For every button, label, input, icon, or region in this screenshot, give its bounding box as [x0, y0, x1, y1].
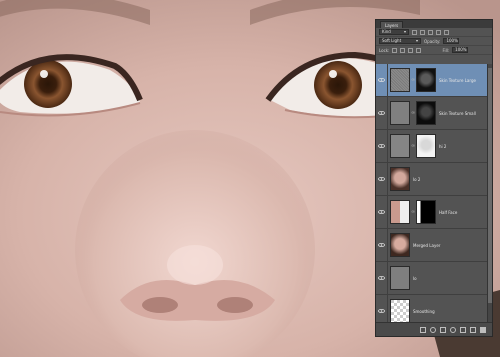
blend-mode-select[interactable]: Soft Light ▾: [379, 38, 421, 44]
lock-all-icon[interactable]: [416, 47, 422, 53]
blend-mode-value: Soft Light: [382, 38, 402, 43]
layer-thumbnail: [390, 266, 410, 290]
type-filter-icon[interactable]: [428, 29, 433, 35]
trash-icon[interactable]: [480, 326, 486, 333]
layer-thumbnail: [390, 101, 410, 125]
visibility-eye-icon[interactable]: [376, 196, 388, 228]
mask-icon[interactable]: [440, 326, 446, 333]
panel-footer: [376, 322, 492, 336]
opacity-label: Opacity:: [424, 38, 441, 44]
filter-kind-select[interactable]: Kind ▾: [379, 29, 409, 35]
layer-mask-thumbnail[interactable]: [416, 101, 436, 125]
fx-icon[interactable]: [430, 326, 436, 333]
layers-panel: Layers Kind ▾ Soft Light ▾ Opacity: 100%…: [375, 19, 493, 337]
new-layer-icon[interactable]: [470, 326, 476, 333]
panel-tab-bar: Layers: [376, 20, 492, 28]
fill-label: Fill:: [442, 47, 450, 53]
layer-name: Merged Layer: [413, 242, 441, 248]
layer-name: Skin Texture Small: [439, 110, 476, 116]
blend-row: Soft Light ▾ Opacity: 100%: [376, 37, 492, 46]
layer-row[interactable]: lo 2: [376, 163, 488, 196]
layer-row[interactable]: ∞ Skin Texture Large: [376, 64, 488, 97]
chevron-down-icon: ▾: [403, 29, 406, 34]
tab-layers[interactable]: Layers: [380, 21, 404, 28]
layer-name: Smoothing: [413, 308, 435, 314]
layer-name: lo 2: [413, 176, 421, 182]
adjustment-icon[interactable]: [450, 326, 456, 333]
link-icon[interactable]: [420, 326, 426, 333]
chevron-down-icon: ▾: [415, 38, 418, 43]
mask-link-icon[interactable]: ∞: [411, 208, 415, 216]
layers-list: ∞ Skin Texture Large ∞ Skin Texture Smal…: [376, 64, 488, 328]
lock-transparency-icon[interactable]: [392, 47, 398, 53]
layer-row[interactable]: ∞ Half Face: [376, 196, 488, 229]
group-icon[interactable]: [460, 326, 466, 333]
visibility-eye-icon[interactable]: [376, 130, 388, 162]
layer-row[interactable]: Merged Layer: [376, 229, 488, 262]
visibility-eye-icon[interactable]: [376, 64, 388, 96]
mask-link-icon[interactable]: ∞: [411, 142, 415, 150]
adjustment-filter-icon[interactable]: [420, 29, 425, 35]
layer-mask-thumbnail[interactable]: [416, 134, 436, 158]
filter-kind-value: Kind: [382, 29, 391, 34]
layer-mask-thumbnail[interactable]: [416, 68, 436, 92]
mask-link-icon[interactable]: ∞: [411, 109, 415, 117]
layer-thumbnail: [390, 68, 410, 92]
opacity-input[interactable]: 100%: [443, 38, 460, 44]
layer-thumbnail: [390, 200, 410, 224]
layer-thumbnail: [390, 299, 410, 323]
layer-row[interactable]: ∞ hi 2: [376, 130, 488, 163]
smart-filter-icon[interactable]: [444, 29, 449, 35]
layer-row[interactable]: lo: [376, 262, 488, 295]
filter-row: Kind ▾: [376, 28, 492, 37]
layers-scrollbar[interactable]: [487, 64, 492, 322]
layer-thumbnail: [390, 233, 410, 257]
visibility-eye-icon[interactable]: [376, 97, 388, 129]
layer-thumbnail: [390, 167, 410, 191]
lock-row: Lock: Fill: 100%: [376, 46, 492, 55]
fill-value: 100%: [455, 47, 467, 52]
layer-thumbnail: [390, 134, 410, 158]
lock-position-icon[interactable]: [408, 47, 414, 53]
visibility-eye-icon[interactable]: [376, 262, 388, 294]
opacity-value: 100%: [446, 38, 458, 43]
layer-name: hi 2: [439, 143, 447, 149]
layer-mask-thumbnail[interactable]: [416, 200, 436, 224]
shape-filter-icon[interactable]: [436, 29, 441, 35]
layer-name: lo: [413, 275, 417, 281]
layer-name: Half Face: [439, 209, 458, 215]
mask-link-icon[interactable]: ∞: [411, 76, 415, 84]
layer-name: Skin Texture Large: [439, 77, 476, 83]
layer-row[interactable]: ∞ Skin Texture Small: [376, 97, 488, 130]
lock-label: Lock:: [379, 47, 390, 53]
lock-pixels-icon[interactable]: [400, 47, 406, 53]
pixel-filter-icon[interactable]: [412, 29, 417, 35]
visibility-eye-icon[interactable]: [376, 229, 388, 261]
scrollbar-thumb[interactable]: [488, 68, 492, 303]
fill-input[interactable]: 100%: [452, 47, 469, 53]
visibility-eye-icon[interactable]: [376, 163, 388, 195]
